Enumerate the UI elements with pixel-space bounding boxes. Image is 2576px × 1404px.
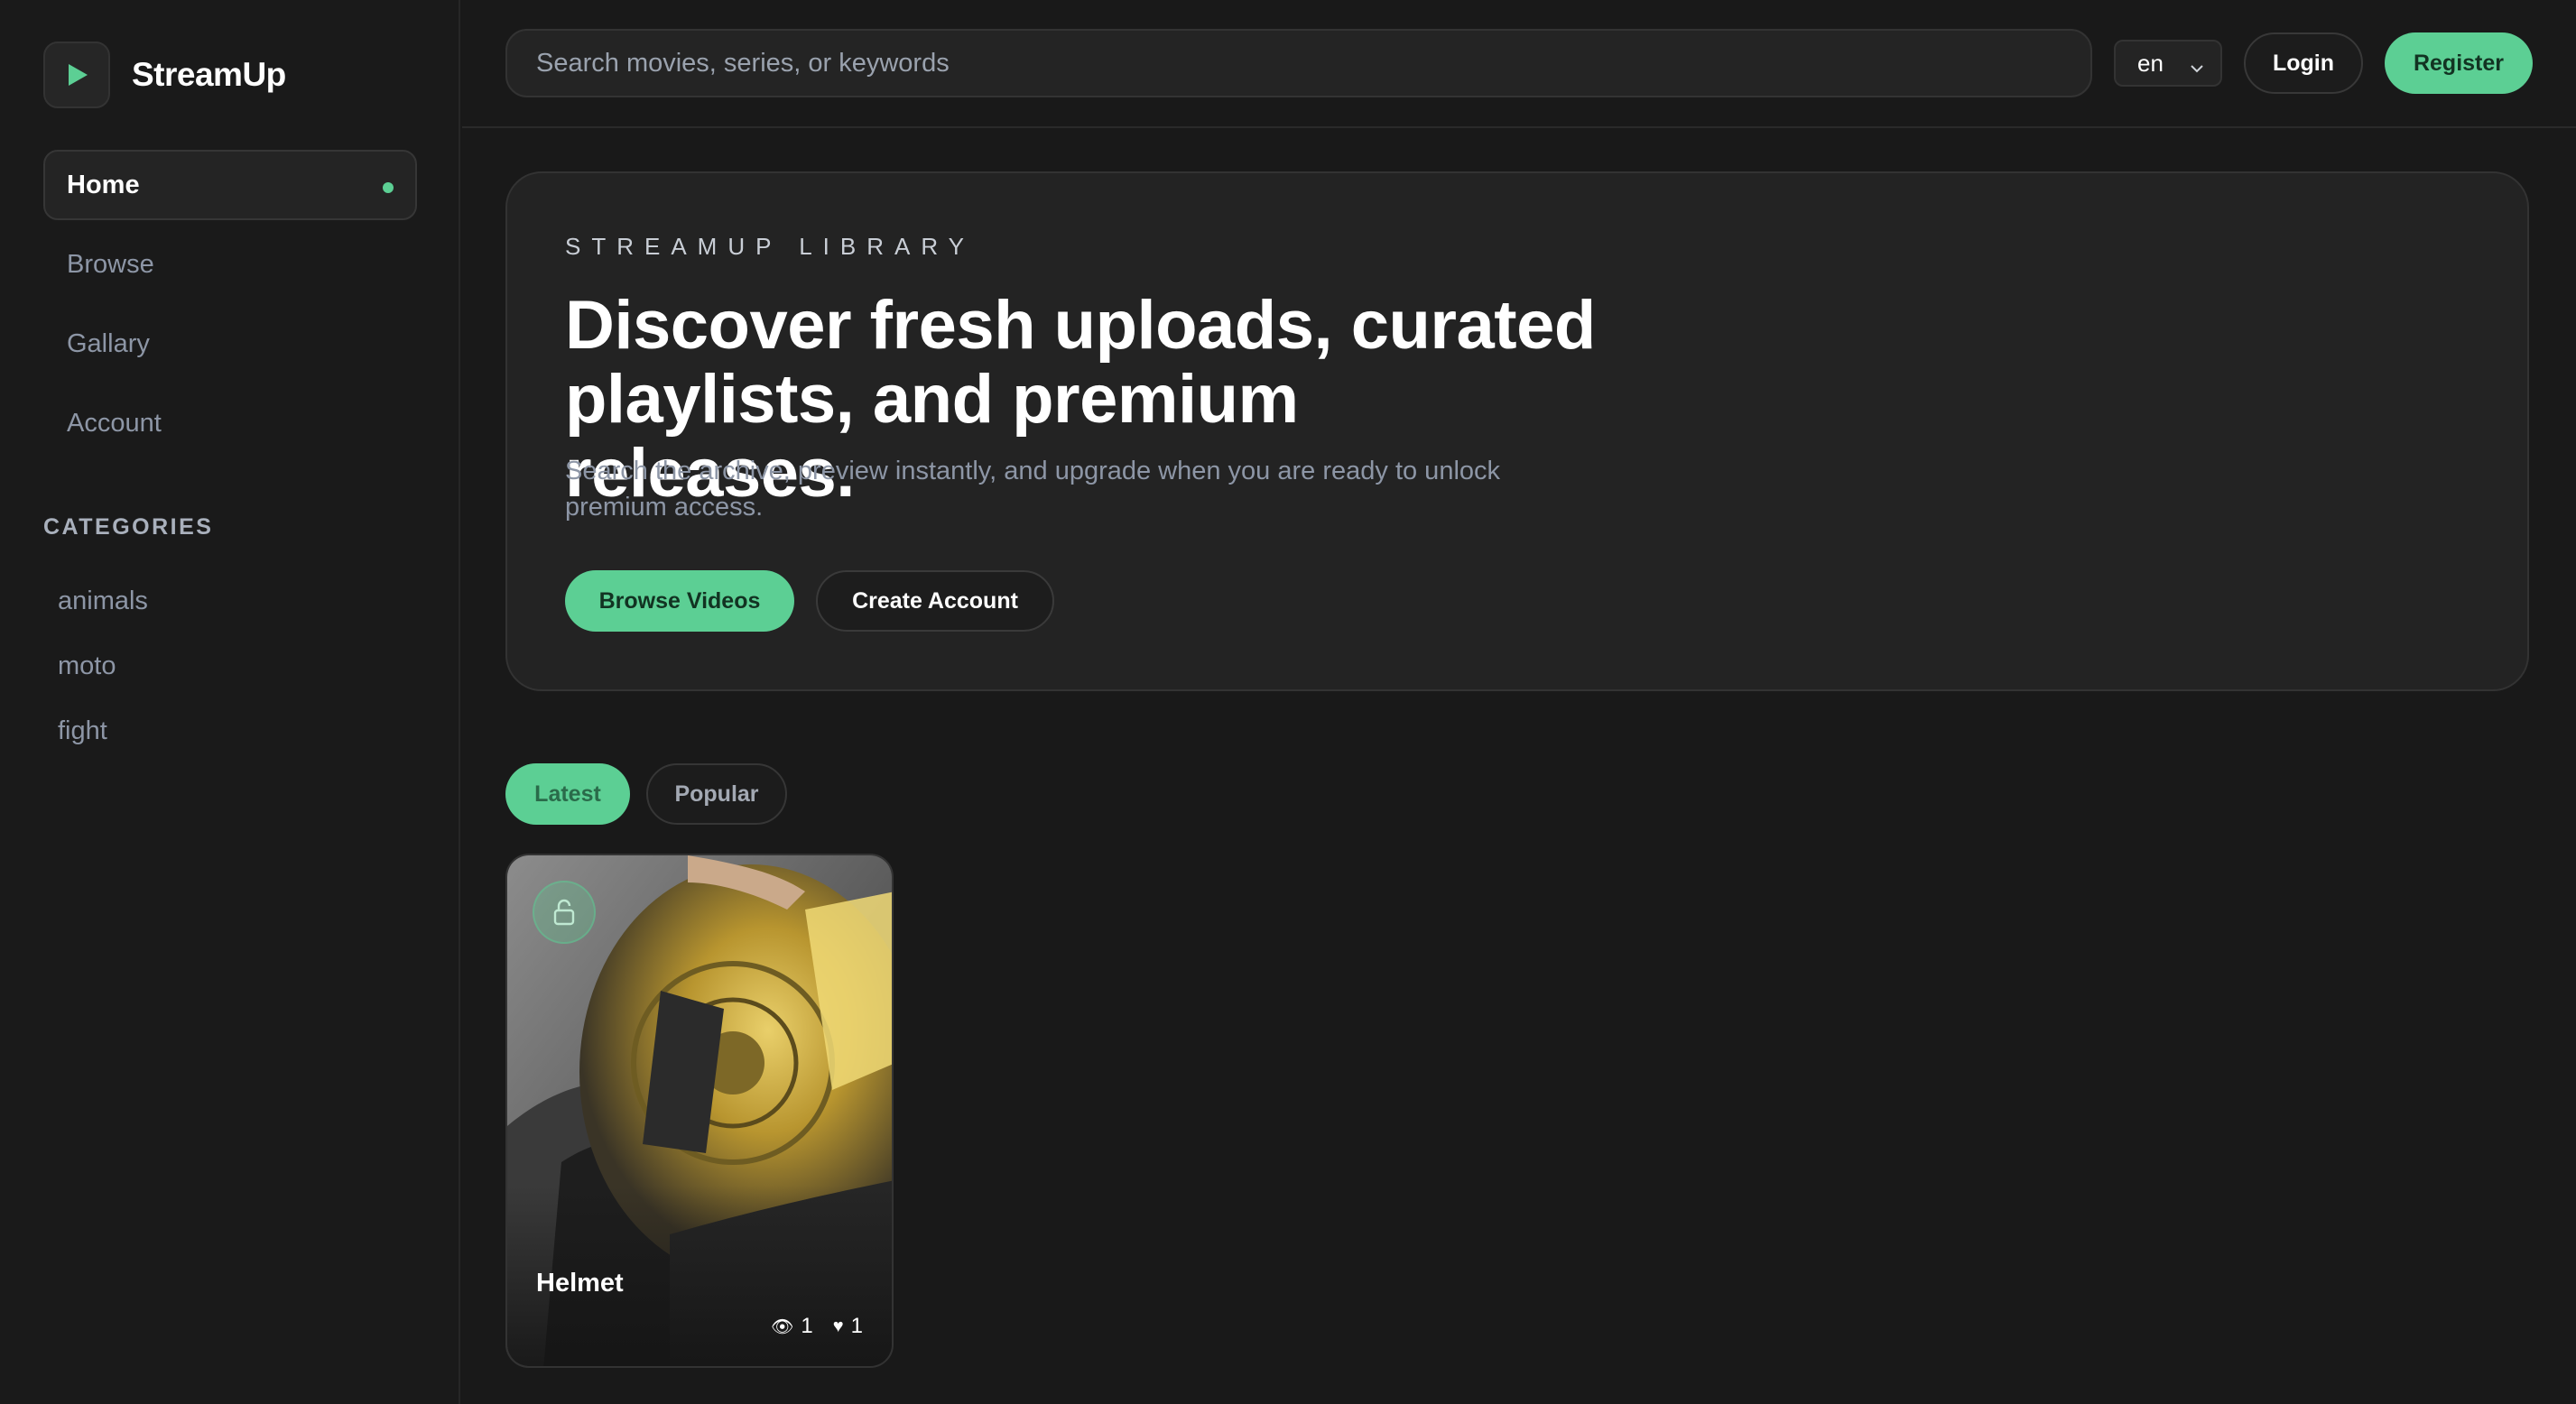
browse-videos-button[interactable]: Browse Videos bbox=[565, 570, 794, 632]
sidebar-item-gallery[interactable]: Gallary bbox=[43, 309, 417, 379]
sidebar-item-label: Account bbox=[67, 408, 162, 438]
sidebar-item-account[interactable]: Account bbox=[43, 388, 417, 458]
like-count: ♥ 1 bbox=[833, 1314, 863, 1339]
video-title: Helmet bbox=[536, 1269, 624, 1298]
eye-icon: 👁 bbox=[771, 1316, 794, 1337]
sidebar-item-label: Home bbox=[67, 170, 140, 199]
chevron-down-icon bbox=[2188, 56, 2206, 84]
category-list: animals moto fight bbox=[58, 568, 148, 763]
top-bar: en Login Register bbox=[462, 0, 2576, 128]
login-button[interactable]: Login bbox=[2244, 32, 2363, 94]
tab-latest[interactable]: Latest bbox=[505, 763, 630, 825]
unlock-icon[interactable] bbox=[533, 881, 596, 944]
brand-name: StreamUp bbox=[132, 56, 286, 93]
sidebar: StreamUp Home Browse Gallary Account CAT… bbox=[0, 0, 460, 1404]
video-card[interactable]: Helmet 👁 1 ♥ 1 bbox=[505, 854, 894, 1368]
category-item-fight[interactable]: fight bbox=[58, 698, 148, 763]
active-indicator bbox=[383, 182, 394, 193]
search-box[interactable] bbox=[505, 29, 2092, 97]
brand[interactable]: StreamUp bbox=[43, 42, 286, 108]
category-item-animals[interactable]: animals bbox=[58, 568, 148, 633]
video-stats: 👁 1 ♥ 1 bbox=[751, 1314, 863, 1339]
register-button[interactable]: Register bbox=[2385, 32, 2533, 94]
hero-eyebrow: STREAMUP LIBRARY bbox=[565, 233, 976, 260]
view-count: 👁 1 bbox=[771, 1314, 813, 1339]
play-icon bbox=[43, 42, 110, 108]
hero-panel: STREAMUP LIBRARY Discover fresh uploads,… bbox=[505, 171, 2529, 691]
view-count-value: 1 bbox=[801, 1314, 813, 1338]
sidebar-nav: Home Browse Gallary Account bbox=[43, 150, 417, 467]
hero-subtext: Search the archive, preview instantly, a… bbox=[565, 457, 1501, 522]
tab-popular[interactable]: Popular bbox=[646, 763, 787, 825]
search-input[interactable] bbox=[536, 48, 2090, 79]
language-select[interactable]: en bbox=[2114, 40, 2222, 87]
categories-heading: CATEGORIES bbox=[43, 514, 214, 540]
create-account-button[interactable]: Create Account bbox=[816, 570, 1054, 632]
heart-icon: ♥ bbox=[832, 1316, 844, 1336]
sidebar-item-browse[interactable]: Browse bbox=[43, 229, 417, 300]
sidebar-item-label: Gallary bbox=[67, 328, 150, 358]
category-item-moto[interactable]: moto bbox=[58, 633, 148, 698]
language-value: en bbox=[2137, 49, 2164, 77]
sidebar-item-home[interactable]: Home bbox=[43, 150, 417, 220]
sidebar-item-label: Browse bbox=[67, 249, 154, 279]
like-count-value: 1 bbox=[850, 1314, 863, 1338]
app-root: StreamUp Home Browse Gallary Account CAT… bbox=[0, 0, 2576, 1404]
